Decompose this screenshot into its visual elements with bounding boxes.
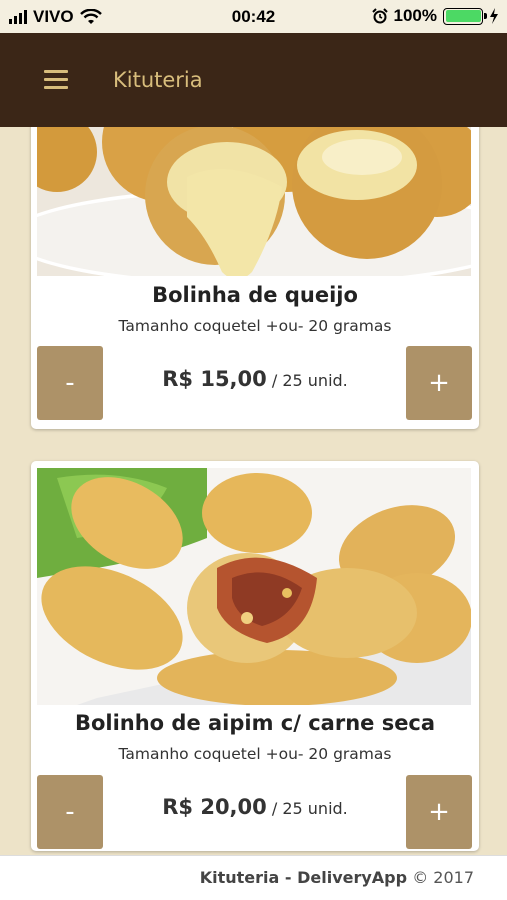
product-name: Bolinho de aipim c/ carne seca [74,711,436,735]
status-bar: VIVO 00:42 100% [0,0,507,33]
product-name: Bolinha de queijo [152,283,358,307]
footer-copyright: © 2017 [412,868,474,887]
product-description: Tamanho coquetel +ou- 20 gramas [118,317,392,335]
product-unit: / 25 unid. [271,371,348,390]
charging-icon [490,8,498,24]
product-list[interactable]: Bolinha de queijo Tamanho coquetel +ou- … [0,127,507,855]
status-right: 100% [371,6,499,26]
product-image [37,127,471,276]
battery-icon [443,7,487,25]
app-bar: Kituteria [0,33,507,127]
battery-percent: 100% [393,6,437,25]
product-image [37,468,471,705]
product-price: R$ 20,00 [162,795,267,819]
product-description: Tamanho coquetel +ou- 20 gramas [118,745,392,763]
footer-brand: Kituteria - DeliveryApp [199,868,408,887]
product-card: Bolinha de queijo Tamanho coquetel +ou- … [31,127,479,429]
menu-icon[interactable] [44,70,68,90]
increase-button[interactable]: + [406,346,472,420]
app-title: Kituteria [113,68,203,92]
alarm-icon [371,8,388,24]
footer: Kituteria - DeliveryApp © 2017 [0,855,507,900]
increase-button[interactable]: + [406,775,472,849]
product-card: Bolinho de aipim c/ carne seca Tamanho c… [31,461,479,851]
product-unit: / 25 unid. [271,799,348,818]
product-price: R$ 15,00 [162,367,267,391]
